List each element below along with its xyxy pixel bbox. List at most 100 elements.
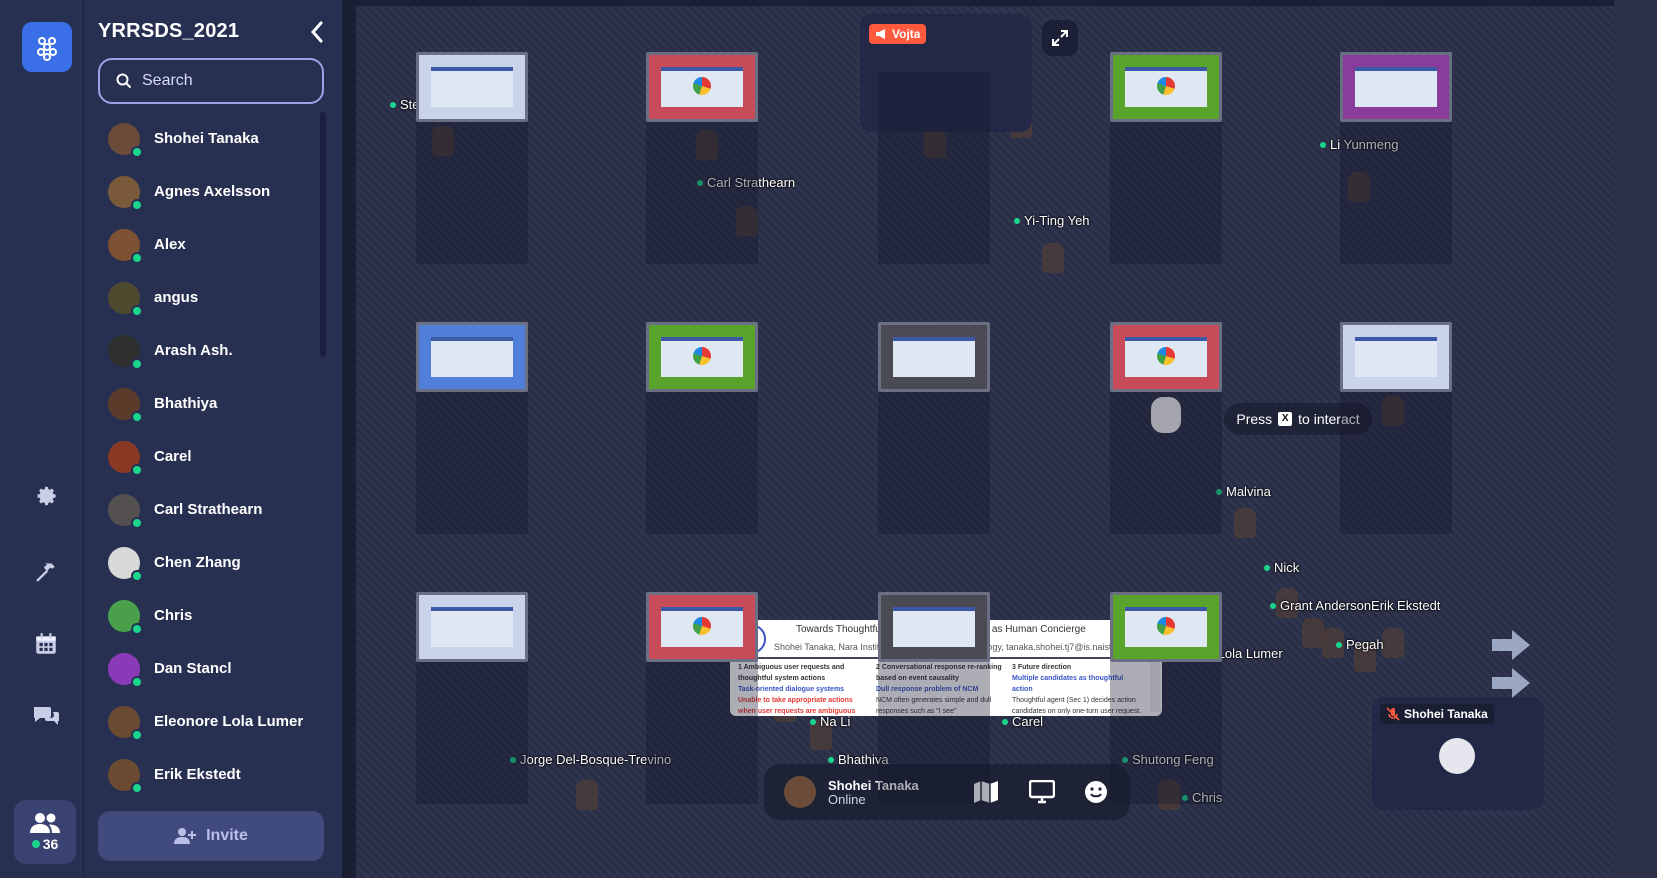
poster-sheet <box>431 607 513 647</box>
collapse-sidebar-button[interactable] <box>304 18 330 46</box>
poster[interactable] <box>878 322 990 392</box>
poster[interactable] <box>878 592 990 662</box>
self-avatar[interactable] <box>784 776 816 808</box>
avatar <box>108 228 143 264</box>
map-name-text: Na Li <box>820 714 851 729</box>
participant-item[interactable]: angus <box>84 271 324 324</box>
map-name-label: Carel <box>1002 714 1043 729</box>
online-status-dot <box>1270 602 1276 609</box>
participant-item[interactable]: Carel <box>84 430 324 483</box>
online-status-dot <box>1002 718 1008 725</box>
participant-item[interactable]: Arash Ash. <box>84 324 324 377</box>
invite-label: Invite <box>206 827 248 844</box>
poster[interactable] <box>646 52 758 122</box>
video-badge-name: Vojta <box>892 27 921 41</box>
pie-chart-graphic <box>1157 77 1175 95</box>
build-tool-button[interactable] <box>22 548 70 596</box>
poster[interactable] <box>416 592 528 662</box>
poster[interactable] <box>1110 322 1222 392</box>
screen-share-button[interactable] <box>1028 778 1056 806</box>
people-icon <box>30 813 60 833</box>
online-status-dot <box>131 410 143 423</box>
self-video-name: Shohei Tanaka <box>1404 707 1488 721</box>
avatar <box>108 281 143 317</box>
poster[interactable] <box>416 322 528 392</box>
search-box[interactable] <box>98 58 324 104</box>
poster[interactable] <box>1340 52 1452 122</box>
self-video-avatar <box>1439 738 1475 774</box>
poster-sheet <box>893 607 975 647</box>
app-root: 36 YRRSDS_2021 Shohei Tanaka Agnes Axelss… <box>0 0 1657 878</box>
avatar <box>108 705 143 741</box>
online-status-dot <box>1320 141 1326 148</box>
participant-item[interactable]: Chen Zhang <box>84 536 324 589</box>
online-status-dot <box>1336 641 1342 648</box>
participant-name: Shohei Tanaka <box>154 130 259 147</box>
participant-list-scrollbar[interactable] <box>320 112 326 357</box>
game-map[interactable]: Vojta Press X to interact Stefan LarsonH… <box>342 0 1657 878</box>
expand-video-button[interactable] <box>1042 20 1078 56</box>
pie-chart-graphic <box>693 617 711 635</box>
poster-sheet <box>431 67 513 107</box>
participant-item[interactable]: Eleonore Lola Lumer <box>84 695 324 748</box>
participant-name: Chris <box>154 607 193 624</box>
poster[interactable] <box>416 52 528 122</box>
participant-name: Chen Zhang <box>154 554 241 571</box>
map-name-text: Grant AndersonErik Ekstedt <box>1280 598 1441 613</box>
participant-item[interactable]: Carl Strathearn <box>84 483 324 536</box>
participant-item[interactable]: Alex <box>84 218 324 271</box>
participant-name: Eleonore Lola Lumer <box>154 713 304 730</box>
participant-name: Agnes Axelsson <box>154 183 271 200</box>
online-status-dot <box>828 756 834 763</box>
map-name-label: Malvina <box>1216 484 1271 499</box>
chat-bubbles-icon <box>34 707 59 725</box>
avatar <box>108 652 143 688</box>
video-badge: Vojta <box>869 24 927 44</box>
participant-item[interactable]: Bhathiya <box>84 377 324 430</box>
avatar <box>108 387 143 423</box>
poster[interactable] <box>1340 322 1452 392</box>
map-name-text: Yi-Ting Yeh <box>1024 213 1090 228</box>
poster[interactable] <box>646 592 758 662</box>
participant-name: Alex <box>154 236 186 253</box>
chat-button[interactable] <box>22 692 70 740</box>
pie-chart-graphic <box>693 347 711 365</box>
poster[interactable] <box>1110 592 1222 662</box>
map-name-text: Pegah <box>1346 637 1384 652</box>
hint-press: Press <box>1236 411 1273 427</box>
monitor-icon <box>1029 780 1055 804</box>
participant-item[interactable]: Dan Stancl <box>84 642 324 695</box>
participant-item[interactable]: Agnes Axelsson <box>84 165 324 218</box>
gather-logo[interactable] <box>22 22 72 72</box>
search-icon <box>116 73 132 89</box>
participants-button[interactable]: 36 <box>14 800 76 864</box>
map-name-text: Malvina <box>1226 484 1271 499</box>
expand-icon <box>1052 30 1068 46</box>
online-status-dot <box>131 569 143 582</box>
online-status-dot <box>1014 217 1020 224</box>
map-name-text: Carel <box>1012 714 1044 729</box>
calendar-button[interactable] <box>22 620 70 668</box>
settings-button[interactable] <box>22 472 70 520</box>
online-status-dot <box>131 781 143 794</box>
online-status-dot <box>131 516 143 529</box>
player-sprite <box>1234 508 1256 538</box>
poster-sheet <box>1355 67 1437 107</box>
participant-item[interactable]: Erik Ekstedt <box>84 748 324 801</box>
participant-item[interactable]: Chris <box>84 589 324 642</box>
avatar <box>108 440 143 476</box>
online-status-dot <box>131 622 143 635</box>
participant-item[interactable]: Shohei Tanaka <box>84 112 324 165</box>
map-name-label: Na Li <box>810 714 850 729</box>
poster-sheet <box>431 337 513 377</box>
search-input[interactable] <box>142 72 302 90</box>
map-name-label: Yi-Ting Yeh <box>1014 213 1090 228</box>
avatar <box>108 175 143 211</box>
poster[interactable] <box>1110 52 1222 122</box>
invite-button[interactable]: Invite <box>98 811 324 861</box>
pie-chart-graphic <box>1157 347 1175 365</box>
emote-button[interactable] <box>1082 778 1110 806</box>
online-dot <box>31 840 40 848</box>
poster[interactable] <box>646 322 758 392</box>
col3-text-a: Multiple candidates as thoughtful action <box>1012 675 1124 693</box>
